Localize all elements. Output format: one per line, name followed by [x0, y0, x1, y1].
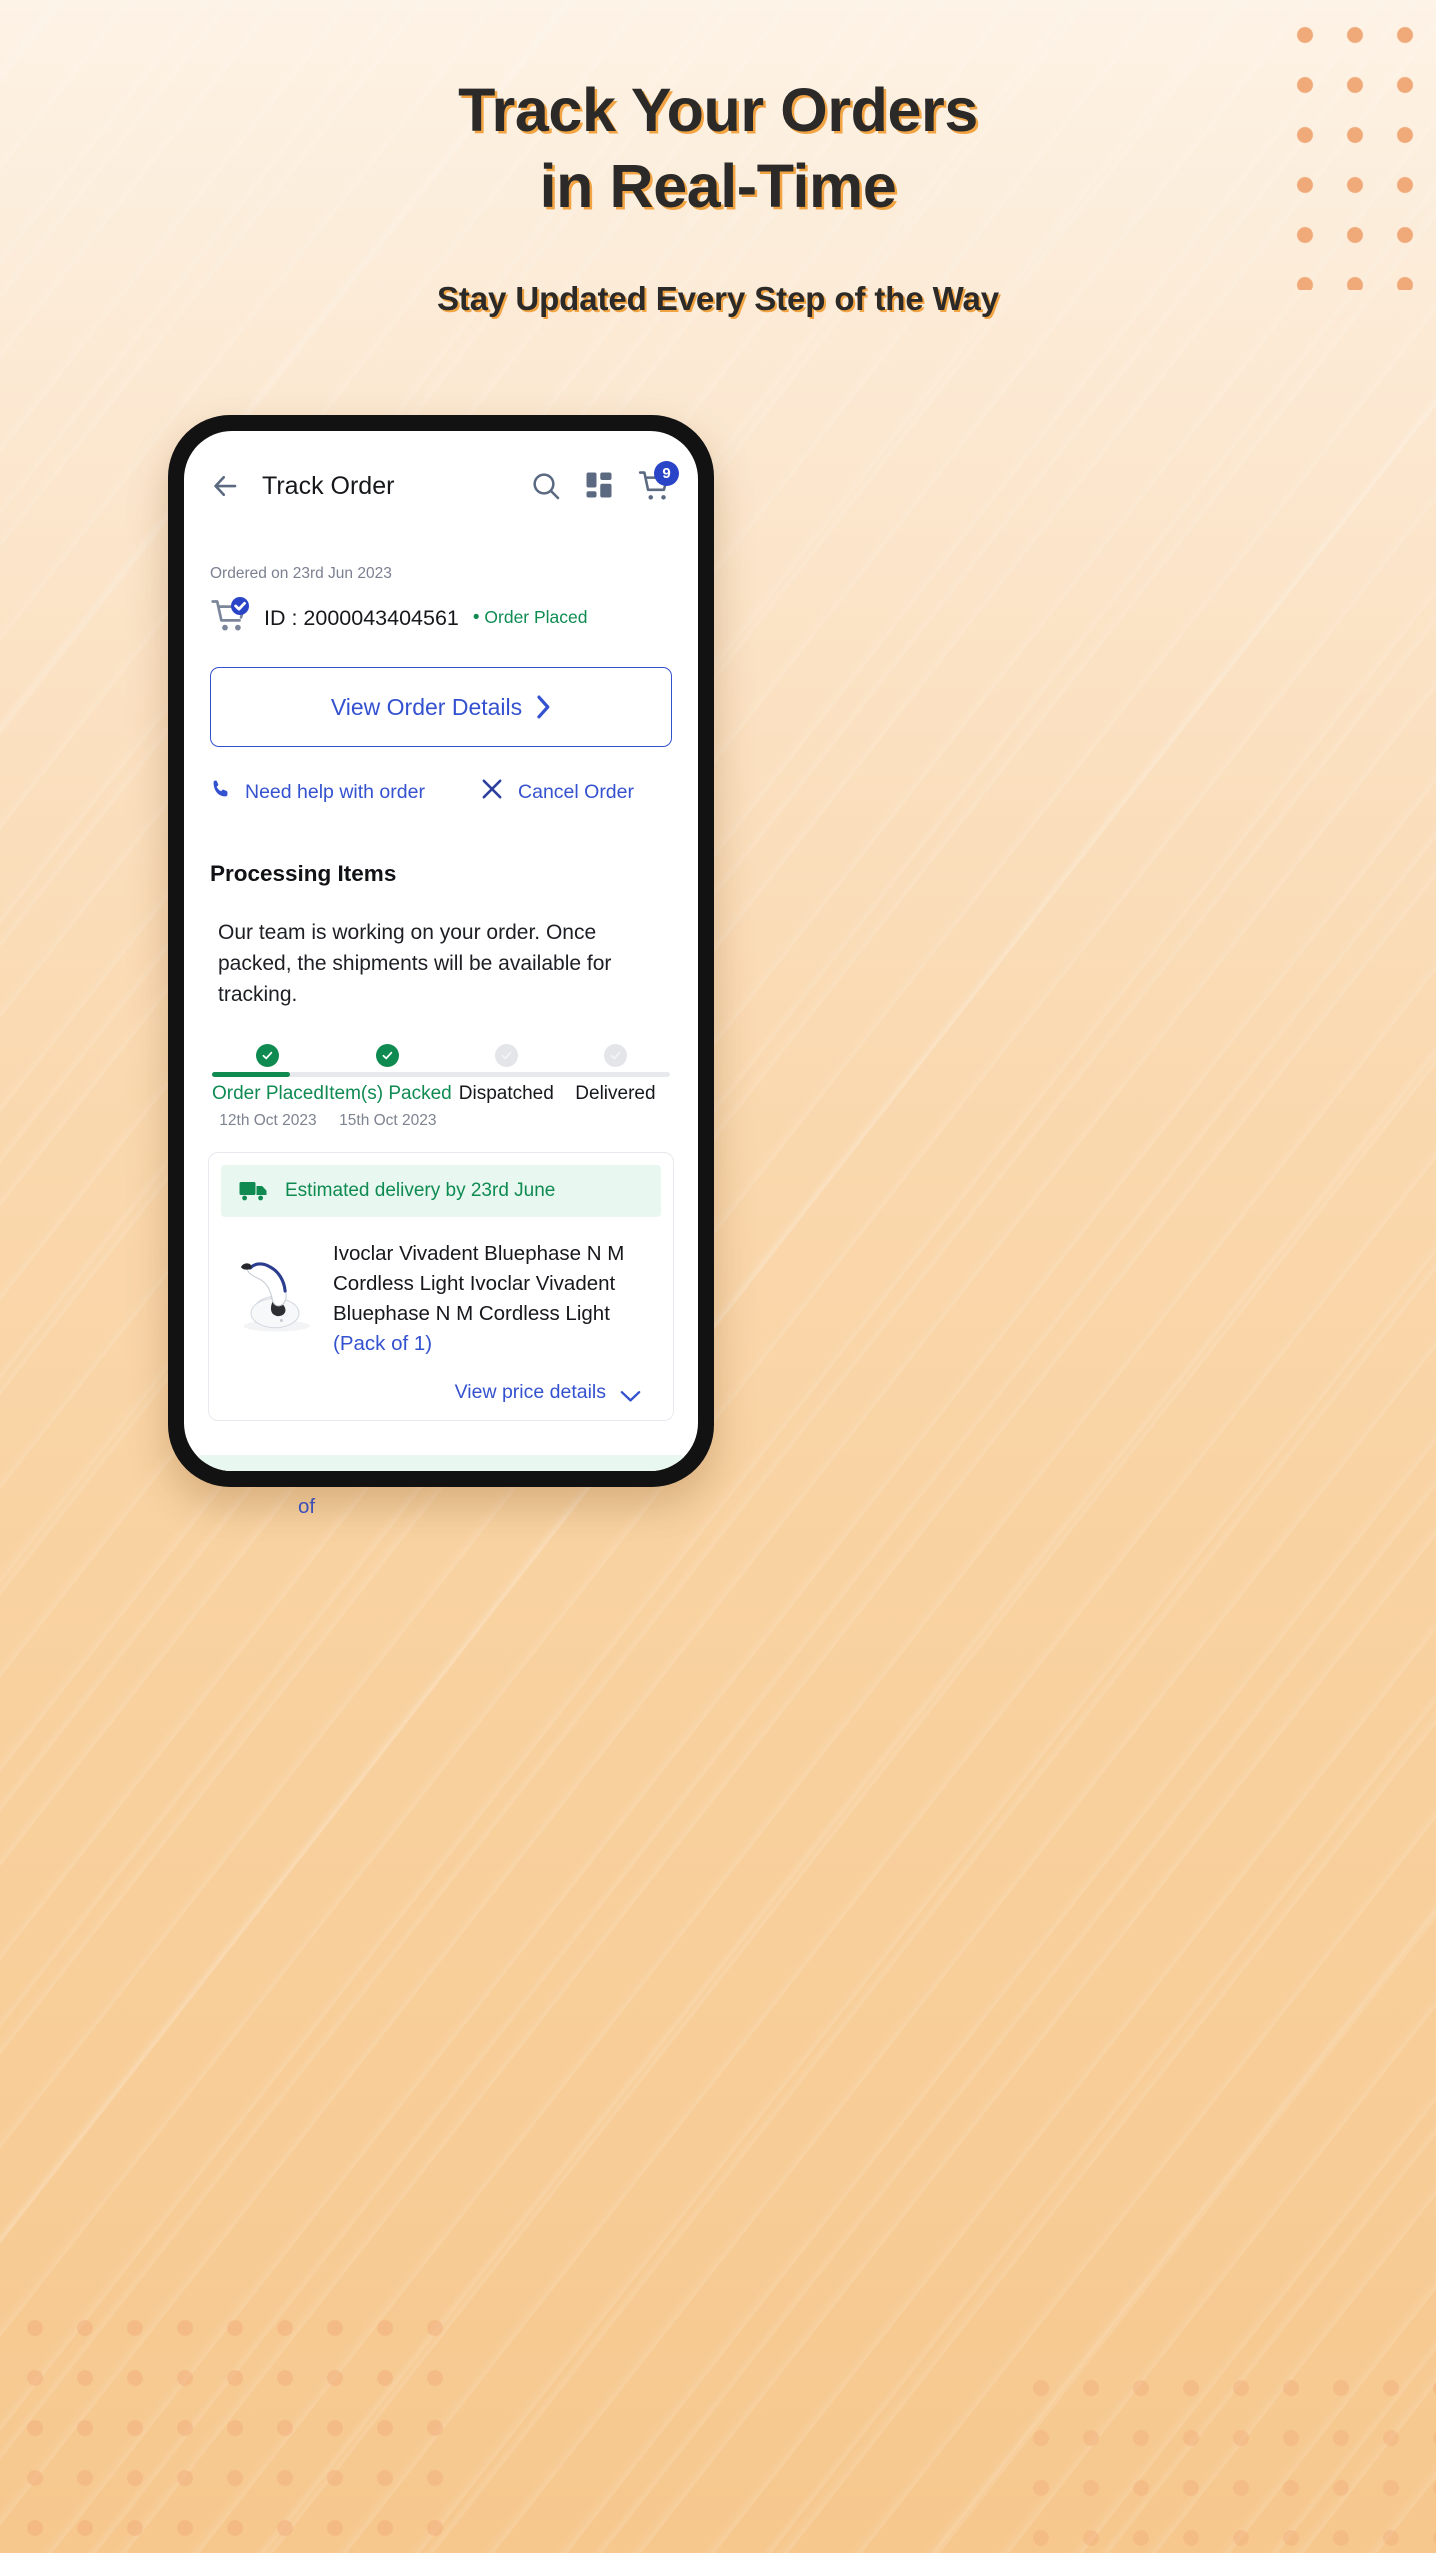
estimated-delivery-text: Estimated delivery by 23rd June: [285, 1180, 556, 1201]
stepper-date: 12th Oct 2023: [219, 1112, 317, 1129]
processing-items-title: Processing Items: [210, 861, 397, 886]
stepper-step-delivered: Delivered: [561, 1044, 670, 1130]
stepper-step-items-packed: Item(s) Packed 15th Oct 2023: [324, 1044, 452, 1130]
stepper-steps: Order Placed 12th Oct 2023 Item(s) Packe…: [212, 1044, 670, 1130]
order-id-row: ID : 2000043404561 • Order Placed: [210, 597, 672, 639]
stepper-track-fill: [212, 1072, 290, 1077]
order-summary: Ordered on 23rd Jun 2023 ID: 2000043404…: [184, 565, 698, 639]
product-pack-link[interactable]: (Pack of 1): [333, 1332, 432, 1355]
view-price-details-button[interactable]: View price details: [221, 1359, 661, 1404]
shopping-cart-icon[interactable]: 9: [638, 461, 679, 503]
view-order-details-label: View Order Details: [330, 693, 523, 720]
stepper-step-dispatched: Dispatched: [452, 1044, 561, 1130]
order-id-label: ID : 2000043404561: [264, 605, 459, 630]
check-circle-icon: [376, 1044, 400, 1067]
need-help-label: Need help with order: [245, 780, 425, 803]
order-action-row: Need help with order Cancel Order: [210, 777, 672, 807]
status-badge: • Order Placed: [473, 607, 588, 629]
arrow-left-icon[interactable]: [210, 471, 240, 501]
grid-dashboard-icon[interactable]: [584, 470, 616, 502]
estimated-delivery-banner: Estimated delivery by 23rd June: [221, 1165, 661, 1217]
delivery-truck-icon: [216, 1469, 246, 1471]
cancel-order-button[interactable]: Cancel Order: [480, 777, 634, 807]
product-pack-overflow-tail: of: [298, 1495, 316, 1518]
status-dot: •: [472, 607, 480, 628]
phone-icon: [210, 779, 231, 806]
product-name-text: Ivoclar Vivadent Bluephase N M Cordless …: [333, 1242, 625, 1325]
chevron-down-icon: [620, 1386, 641, 1402]
page-title-line-1: Track Your Orders: [458, 76, 978, 144]
dot-pattern-bottom-right: [1006, 2353, 1436, 2553]
page-subtitle: Stay Updated Every Step of the Way: [436, 280, 999, 317]
app-viewport: Track Order 9 Ordered on 23rd Jun 2023 I…: [184, 431, 698, 1471]
shipment-card: Estimated delivery by 23rd June: [198, 1443, 684, 1471]
status-text: Order Placed: [484, 607, 588, 627]
view-price-details-label: View price details: [454, 1381, 606, 1403]
check-circle-icon: [256, 1044, 280, 1067]
product-name: Ivoclar Vivadent Bluephase N M Cordless …: [333, 1235, 657, 1359]
stepper-label: Delivered: [575, 1083, 656, 1104]
page-title: Track Your Orders in Real-Time: [0, 72, 1436, 224]
estimated-delivery-text: Estimated delivery by 23rd June: [262, 1470, 532, 1471]
ordered-on-date: Ordered on 23rd Jun 2023: [210, 565, 392, 582]
estimated-delivery-banner: Estimated delivery by 23rd June: [198, 1455, 684, 1471]
stepper-label: Item(s) Packed: [323, 1083, 452, 1104]
cart-check-icon: [210, 597, 252, 639]
cart-badge-count: 9: [654, 461, 679, 486]
phone-mockup: Track Order 9 Ordered on 23rd Jun 2023 I…: [168, 415, 714, 1487]
check-circle-icon: [603, 1044, 627, 1067]
promo-page: Track Your Orders in Real-Time Stay Upda…: [0, 0, 1436, 2553]
stepper-step-order-placed: Order Placed 12th Oct 2023: [212, 1044, 324, 1130]
hero-section: Track Your Orders in Real-Time Stay Upda…: [0, 72, 1436, 318]
need-help-button[interactable]: Need help with order: [210, 779, 425, 806]
processing-items-body: Our team is working on your order. Once …: [218, 921, 612, 1006]
stepper-date: 15th Oct 2023: [339, 1112, 437, 1129]
header-actions: 9: [530, 461, 679, 503]
view-order-details-button[interactable]: View Order Details: [210, 667, 672, 747]
search-icon[interactable]: [530, 470, 562, 502]
product-row: Ivoclar Vivadent Bluephase N M Cordless …: [221, 1217, 661, 1359]
stepper-label: Dispatched: [458, 1083, 554, 1104]
chevron-right-icon: [536, 695, 551, 719]
dental-curing-light-image: [229, 1245, 321, 1337]
page-title-line-2: in Real-Time: [539, 152, 897, 220]
stepper-label: Order Placed: [212, 1083, 324, 1104]
check-circle-icon: [494, 1044, 518, 1067]
close-x-icon: [480, 777, 504, 807]
phone-screen: Track Order 9 Ordered on 23rd Jun 2023 I…: [184, 431, 698, 1471]
shipment-card: Estimated delivery by 23rd June: [208, 1152, 674, 1421]
order-progress-stepper: Order Placed 12th Oct 2023 Item(s) Packe…: [212, 1044, 670, 1130]
delivery-truck-icon: [239, 1179, 269, 1203]
cancel-order-label: Cancel Order: [518, 780, 634, 803]
app-header: Track Order 9: [184, 431, 698, 503]
app-title: Track Order: [262, 471, 395, 500]
